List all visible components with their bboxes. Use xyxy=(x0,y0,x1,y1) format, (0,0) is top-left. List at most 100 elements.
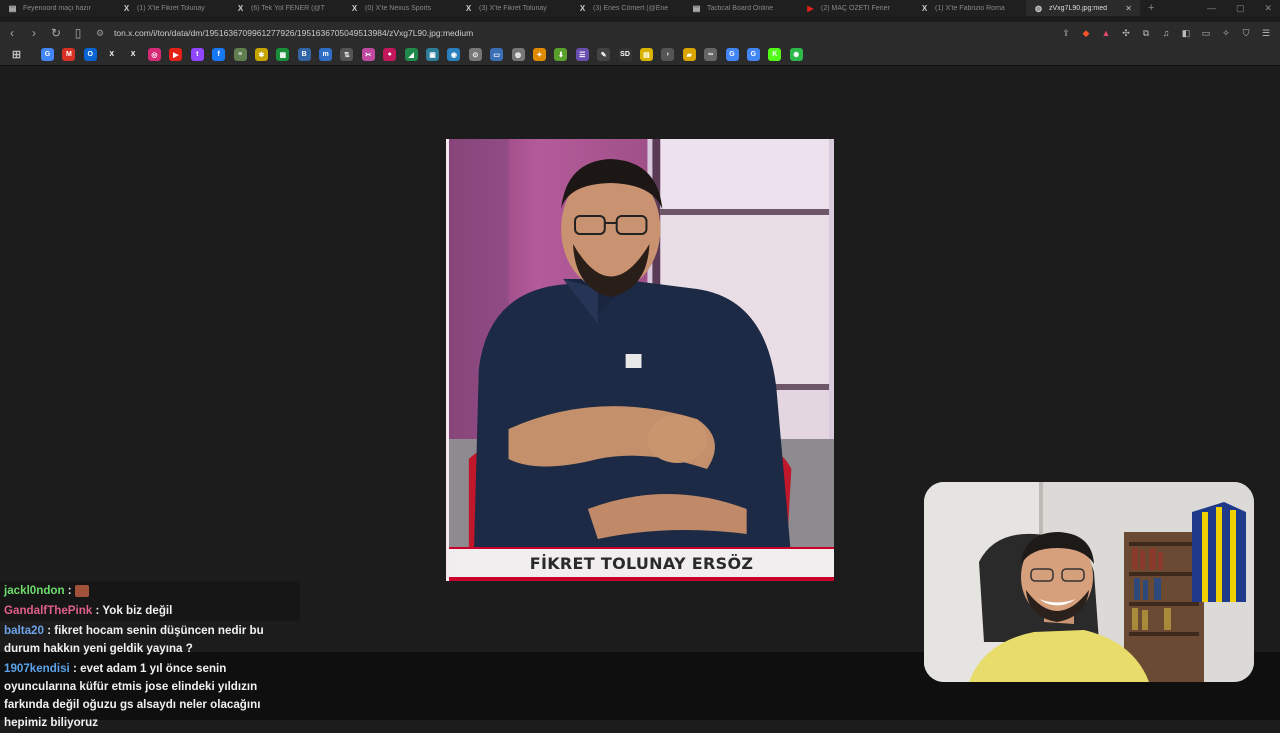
stream-chat: jackl0ndon : GandalfThePink : Yok biz de… xyxy=(0,581,300,733)
sheets-icon[interactable]: ▦ xyxy=(276,48,290,61)
bookmarks-bar: ⊞ G M O X X ◎ ▶ t f ≡ ✱ ▦ Bm ⇅ ✂ ● ◢ ▣ ◉ ⊙ ▭ ◍ ✦ ⬇ ☰ ✎ SD ▤ › ▰ ∞ G G K ✺ xyxy=(0,44,1280,66)
facebook-icon[interactable]: f xyxy=(212,48,226,61)
x-logo-icon: X xyxy=(579,3,586,13)
leo-ai-icon[interactable]: ✧ xyxy=(1220,27,1232,39)
image-icon[interactable]: ▣ xyxy=(426,48,440,61)
studio-photo xyxy=(449,139,834,581)
chat-separator: : xyxy=(92,604,103,617)
tab-6[interactable]: ▤ Tactical Board Online xyxy=(684,0,798,16)
forward-icon[interactable]: › xyxy=(24,23,44,43)
reload-icon[interactable]: ↻ xyxy=(46,23,66,43)
webcam-overlay xyxy=(924,482,1254,682)
maximize-icon[interactable]: ▢ xyxy=(1236,3,1245,14)
sheet-icon[interactable]: ≡ xyxy=(233,48,247,61)
wallet-icon[interactable]: ▭ xyxy=(1200,27,1212,39)
tab-7[interactable]: ▶ (2) MAÇ ÖZETİ Fener xyxy=(798,0,912,16)
sidebar-icon[interactable]: ◧ xyxy=(1180,27,1192,39)
window-icon[interactable]: ▭ xyxy=(490,48,504,61)
scissors-icon[interactable]: ✂ xyxy=(361,48,375,61)
close-tab-icon[interactable]: ✕ xyxy=(1125,4,1132,13)
twitch-icon[interactable]: t xyxy=(190,48,204,61)
brave-shield-icon[interactable]: ◆ xyxy=(1080,27,1092,39)
google-icon[interactable]: G xyxy=(41,48,54,61)
target-icon[interactable]: ◉ xyxy=(447,48,461,61)
instagram-icon[interactable]: ◎ xyxy=(147,48,161,61)
tab-generic-icon: ▤ xyxy=(692,3,701,13)
minimize-icon[interactable]: — xyxy=(1207,3,1216,13)
menu-icon[interactable]: ☰ xyxy=(1260,27,1272,39)
browser-toolbar: ‹ › ↻ ▯ ⚙ ton.x.com/i/ton/data/dm/195163… xyxy=(0,22,1280,44)
screenshot-icon[interactable]: ⧉ xyxy=(1140,27,1152,39)
chat-icon[interactable]: ◢ xyxy=(404,48,418,61)
sd-icon[interactable]: SD xyxy=(618,48,632,61)
tab-title: (1) X'te Fikret Tolunay xyxy=(137,4,205,12)
paint-icon[interactable]: ✎ xyxy=(597,48,611,61)
site-info-icon[interactable]: ⚙ xyxy=(96,28,106,39)
apps-grid-icon[interactable]: ⊞ xyxy=(10,48,23,61)
gmail-icon[interactable]: M xyxy=(62,48,76,61)
download-icon[interactable]: ⬇ xyxy=(554,48,568,61)
bookmark-page-icon[interactable]: ▯ xyxy=(68,23,88,43)
share-icon[interactable]: ⇪ xyxy=(1060,27,1072,39)
sort-icon[interactable]: ⇅ xyxy=(340,48,354,61)
new-tab-icon[interactable]: + xyxy=(1140,2,1162,14)
circle-icon[interactable]: ● xyxy=(383,48,397,61)
chat-username[interactable]: balta20 xyxy=(4,624,44,637)
list-icon[interactable]: ☰ xyxy=(575,48,589,61)
close-window-icon[interactable]: ✕ xyxy=(1264,3,1272,14)
youtube-icon: ▶ xyxy=(807,3,814,13)
tab-8[interactable]: X (1) X'te Fabrizio Roma xyxy=(912,0,1026,16)
tab-0[interactable]: ▤ Feyenoord maçı hazır xyxy=(0,0,114,16)
m-icon[interactable]: m xyxy=(319,48,333,61)
tab-title: (0) X'te Nexus Sports xyxy=(365,4,432,12)
chat-separator: : xyxy=(43,624,55,637)
tab-title: Tactical Board Online xyxy=(707,4,774,12)
gear-icon[interactable]: ✱ xyxy=(254,48,268,61)
google-icon[interactable]: G xyxy=(746,48,760,61)
emote-icon xyxy=(74,584,89,597)
youtube-icon[interactable]: ▶ xyxy=(169,48,183,61)
extensions-icon[interactable]: ✣ xyxy=(1120,27,1132,39)
rewards-icon[interactable]: ▲ xyxy=(1100,27,1112,39)
tab-2[interactable]: X (6) Tek Yol FENER (@T xyxy=(228,0,342,16)
folder-icon[interactable]: ▰ xyxy=(682,48,696,61)
link-icon[interactable]: ∞ xyxy=(704,48,718,61)
search-icon[interactable]: ⊙ xyxy=(468,48,482,61)
shapes-icon[interactable]: ✦ xyxy=(532,48,546,61)
ticket-icon[interactable]: ▤ xyxy=(639,48,653,61)
chat-username[interactable]: GandalfThePink xyxy=(4,604,92,617)
back-icon[interactable]: ‹ xyxy=(2,23,22,43)
media-icon[interactable]: ♫ xyxy=(1160,27,1172,39)
url-text[interactable]: ton.x.com/i/ton/data/dm/1951636709961277… xyxy=(114,28,473,38)
arrow-icon[interactable]: › xyxy=(661,48,675,61)
name-caption: FİKRET TOLUNAY ERSÖZ xyxy=(449,547,834,577)
tab-4[interactable]: X (3) X'te Fikret Tolunay xyxy=(456,0,570,16)
chat-message: balta20 : fikret hocam senin düşüncen ne… xyxy=(0,621,300,659)
outlook-icon[interactable]: O xyxy=(83,48,97,61)
chat-username[interactable]: jackl0ndon xyxy=(4,584,65,597)
vpn-icon[interactable]: ⛉ xyxy=(1240,27,1252,39)
google-icon[interactable]: G xyxy=(725,48,739,61)
caption-text: FİKRET TOLUNAY ERSÖZ xyxy=(529,553,754,573)
chat-separator: : xyxy=(64,584,75,597)
x-logo-icon[interactable]: X xyxy=(105,48,119,61)
settings-icon[interactable]: ✺ xyxy=(789,48,803,61)
chat-username[interactable]: 1907kendisi xyxy=(4,662,70,675)
globe-icon: ◍ xyxy=(1035,3,1042,13)
tab-bar: ▤ Feyenoord maçı hazır X (1) X'te Fikret To… xyxy=(0,0,1280,16)
tab-title: (3) Enes Cömert (@Ene xyxy=(593,4,669,12)
tab-5[interactable]: X (3) Enes Cömert (@Ene xyxy=(570,0,684,16)
address-bar[interactable]: ⚙ ton.x.com/i/ton/data/dm/19516367099612… xyxy=(88,23,1028,43)
globe-icon[interactable]: ◍ xyxy=(511,48,525,61)
chat-separator: : xyxy=(69,662,81,675)
x-logo-icon[interactable]: X xyxy=(126,48,140,61)
tab-1[interactable]: X (1) X'te Fikret Tolunay xyxy=(114,0,228,16)
x-logo-icon: X xyxy=(465,3,472,13)
tab-3[interactable]: X (0) X'te Nexus Sports xyxy=(342,0,456,16)
kick-icon[interactable]: K xyxy=(768,48,782,61)
tab-title: zVxg7L90.jpg:med xyxy=(1049,4,1107,12)
bookmark-icon[interactable]: B xyxy=(297,48,311,61)
chat-message: 1907kendisi : evet adam 1 yıl önce senin… xyxy=(0,659,300,733)
chat-text: Yok biz değil xyxy=(102,604,173,617)
tab-9[interactable]: ◍ zVxg7L90.jpg:med ✕ xyxy=(1026,0,1140,16)
